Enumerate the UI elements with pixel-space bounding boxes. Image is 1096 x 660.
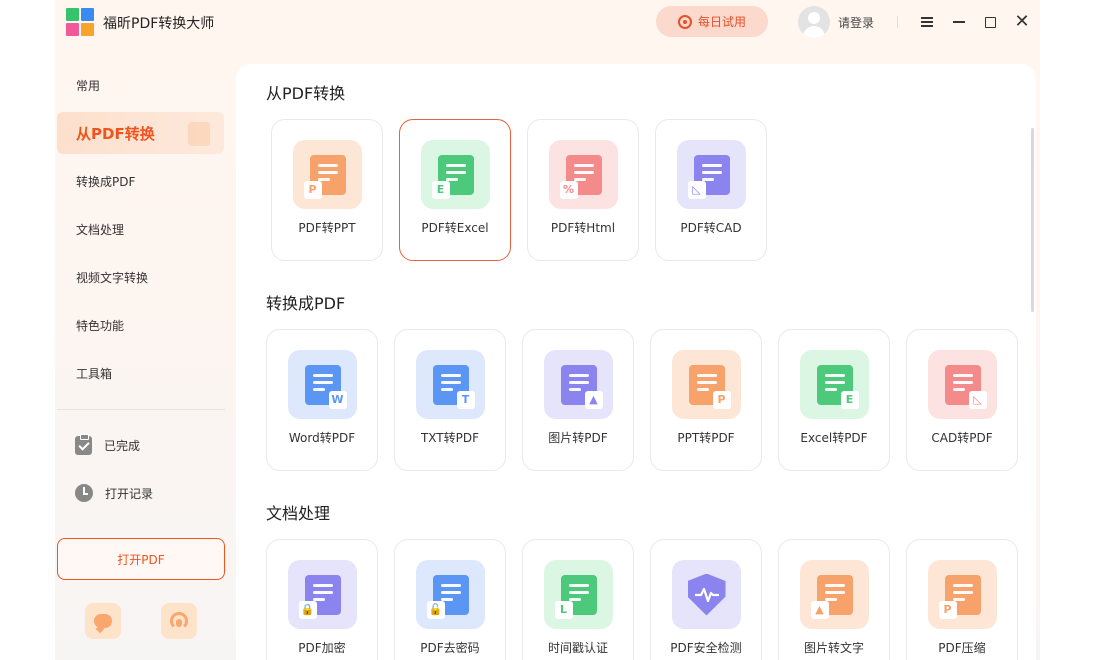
pdf-remove-password-icon: 🔓 [416, 560, 485, 629]
app-title: 福昕PDF转换大师 [103, 16, 215, 32]
sidebar-item-to-pdf[interactable]: 转换成PDF [57, 160, 224, 202]
scrollbar-thumb[interactable] [1031, 128, 1034, 312]
customer-service-icon [170, 612, 188, 630]
close-icon: ✕ [1014, 11, 1030, 32]
daily-trial-button[interactable]: 每日试用 [656, 6, 768, 37]
tool-card-label: PDF转CAD [680, 221, 742, 235]
tool-card-label: 图片转PDF [548, 431, 608, 445]
sidebar-item-from-pdf[interactable]: 从PDF转换 [57, 112, 224, 154]
tool-card-label: Excel转PDF [800, 431, 868, 445]
tool-card-label: CAD转PDF [931, 431, 993, 445]
tool-card-label: PDF安全检测 [670, 641, 742, 655]
sidebar: 常用 从PDF转换 转换成PDF 文档处理 视频文字转换 特色功能 工具箱 已完… [55, 64, 233, 660]
sidebar-item-label: 工具箱 [76, 366, 113, 381]
tool-card[interactable]: E PDF转Excel [399, 119, 511, 261]
maximize-button[interactable] [980, 12, 1000, 32]
tool-card-label: 时间戳认证 [547, 641, 608, 655]
excel-to-pdf-icon: E [800, 350, 869, 419]
tool-card-label: PDF转PPT [298, 221, 356, 235]
sidebar-item-label: 特色功能 [76, 318, 125, 333]
sidebar-item-label: 常用 [76, 78, 101, 93]
clipboard-check-icon [75, 433, 92, 455]
tool-card-label: PPT转PDF [677, 431, 735, 445]
sidebar-divider [57, 409, 225, 410]
tool-card[interactable]: ▲ 图片转PDF [522, 329, 634, 471]
pdf-compress-icon: P [928, 560, 997, 629]
section-title: 文档处理 [266, 504, 331, 523]
tool-card-label: PDF去密码 [420, 641, 480, 655]
image-to-pdf-icon: ▲ [544, 350, 613, 419]
tool-card[interactable]: ◺ PDF转CAD [655, 119, 767, 261]
target-icon [677, 14, 692, 29]
sidebar-item-common[interactable]: 常用 [57, 64, 224, 106]
feedback-button[interactable] [85, 603, 121, 639]
sidebar-item-toolbox[interactable]: 工具箱 [57, 352, 224, 394]
tool-card[interactable]: L 时间戳认证 [522, 539, 634, 660]
daily-trial-label: 每日试用 [697, 15, 746, 29]
tool-card[interactable]: P PDF压缩 [906, 539, 1018, 660]
image-to-text-icon: ▲ [800, 560, 869, 629]
customer-service-button[interactable] [161, 603, 197, 639]
pdf-security-check-icon [672, 560, 741, 629]
sidebar-item-label: 文档处理 [76, 222, 125, 237]
title-bar: 福昕PDF转换大师 每日试用 请登录 ✕ [55, 0, 1040, 44]
completed-link[interactable]: 已完成 [75, 433, 140, 457]
titlebar-divider [897, 16, 898, 28]
tool-card-label: PDF压缩 [938, 641, 986, 655]
close-button[interactable]: ✕ [1012, 12, 1032, 32]
tool-card[interactable]: 🔒 PDF加密 [266, 539, 378, 660]
tool-card-label: Word转PDF [288, 431, 356, 445]
pdf-to-cad-icon: ◺ [677, 140, 746, 209]
pdf-to-ppt-icon: P [293, 140, 362, 209]
tool-card[interactable]: ▲ 图片转文字 [778, 539, 890, 660]
tool-card[interactable]: PDF安全检测 [650, 539, 762, 660]
tool-card-label: PDF加密 [298, 641, 346, 655]
app-logo-icon [66, 8, 94, 36]
ppt-to-pdf-icon: P [672, 350, 741, 419]
completed-label: 已完成 [104, 438, 141, 453]
tool-card-label: PDF转Html [550, 221, 616, 235]
sidebar-item-label: 视频文字转换 [76, 270, 149, 285]
tool-card[interactable]: W Word转PDF [266, 329, 378, 471]
word-to-pdf-icon: W [288, 350, 357, 419]
open-pdf-button[interactable]: 打开PDF [57, 538, 225, 580]
tool-card-label: TXT转PDF [420, 431, 480, 445]
tool-card[interactable]: ◺ CAD转PDF [906, 329, 1018, 471]
feedback-chat-icon [94, 614, 112, 628]
menu-icon[interactable] [917, 12, 937, 32]
tool-card[interactable]: 🔓 PDF去密码 [394, 539, 506, 660]
tool-card[interactable]: P PDF转PPT [271, 119, 383, 261]
avatar[interactable] [798, 6, 830, 38]
txt-to-pdf-icon: T [416, 350, 485, 419]
sidebar-item-video-text[interactable]: 视频文字转换 [57, 256, 224, 298]
tool-card[interactable]: P PPT转PDF [650, 329, 762, 471]
open-history-label: 打开记录 [105, 486, 154, 501]
app-window: 福昕PDF转换大师 每日试用 请登录 ✕ 常用 从PDF转换 转换成PDF 文档… [55, 0, 1040, 660]
tool-card[interactable]: T TXT转PDF [394, 329, 506, 471]
minimize-button[interactable] [949, 12, 969, 32]
clock-icon [75, 484, 93, 502]
pdf-to-html-icon: % [549, 140, 618, 209]
cad-to-pdf-icon: ◺ [928, 350, 997, 419]
tool-card-label: 图片转文字 [803, 641, 864, 655]
tool-card[interactable]: E Excel转PDF [778, 329, 890, 471]
pdf-encrypt-icon: 🔒 [288, 560, 357, 629]
maximize-icon [984, 16, 996, 28]
minimize-icon [953, 21, 965, 23]
nav-decoration-icon [188, 122, 210, 146]
section-title: 从PDF转换 [266, 84, 346, 103]
sidebar-item-features[interactable]: 特色功能 [57, 304, 224, 346]
main-panel: 从PDF转换 P PDF转PPT E PDF转Excel% PDF转Html ◺ PDF转CA… [236, 64, 1036, 660]
timestamp-icon: L [544, 560, 613, 629]
tool-card[interactable]: % PDF转Html [527, 119, 639, 261]
section-title: 转换成PDF [266, 294, 346, 313]
pdf-to-excel-icon: E [421, 140, 490, 209]
login-link[interactable]: 请登录 [838, 14, 874, 31]
sidebar-item-label: 从PDF转换 [76, 124, 155, 143]
sidebar-item-label: 转换成PDF [76, 174, 136, 189]
sidebar-item-document[interactable]: 文档处理 [57, 208, 224, 250]
tool-card-label: PDF转Excel [421, 221, 489, 235]
open-history-link[interactable]: 打开记录 [75, 481, 153, 505]
